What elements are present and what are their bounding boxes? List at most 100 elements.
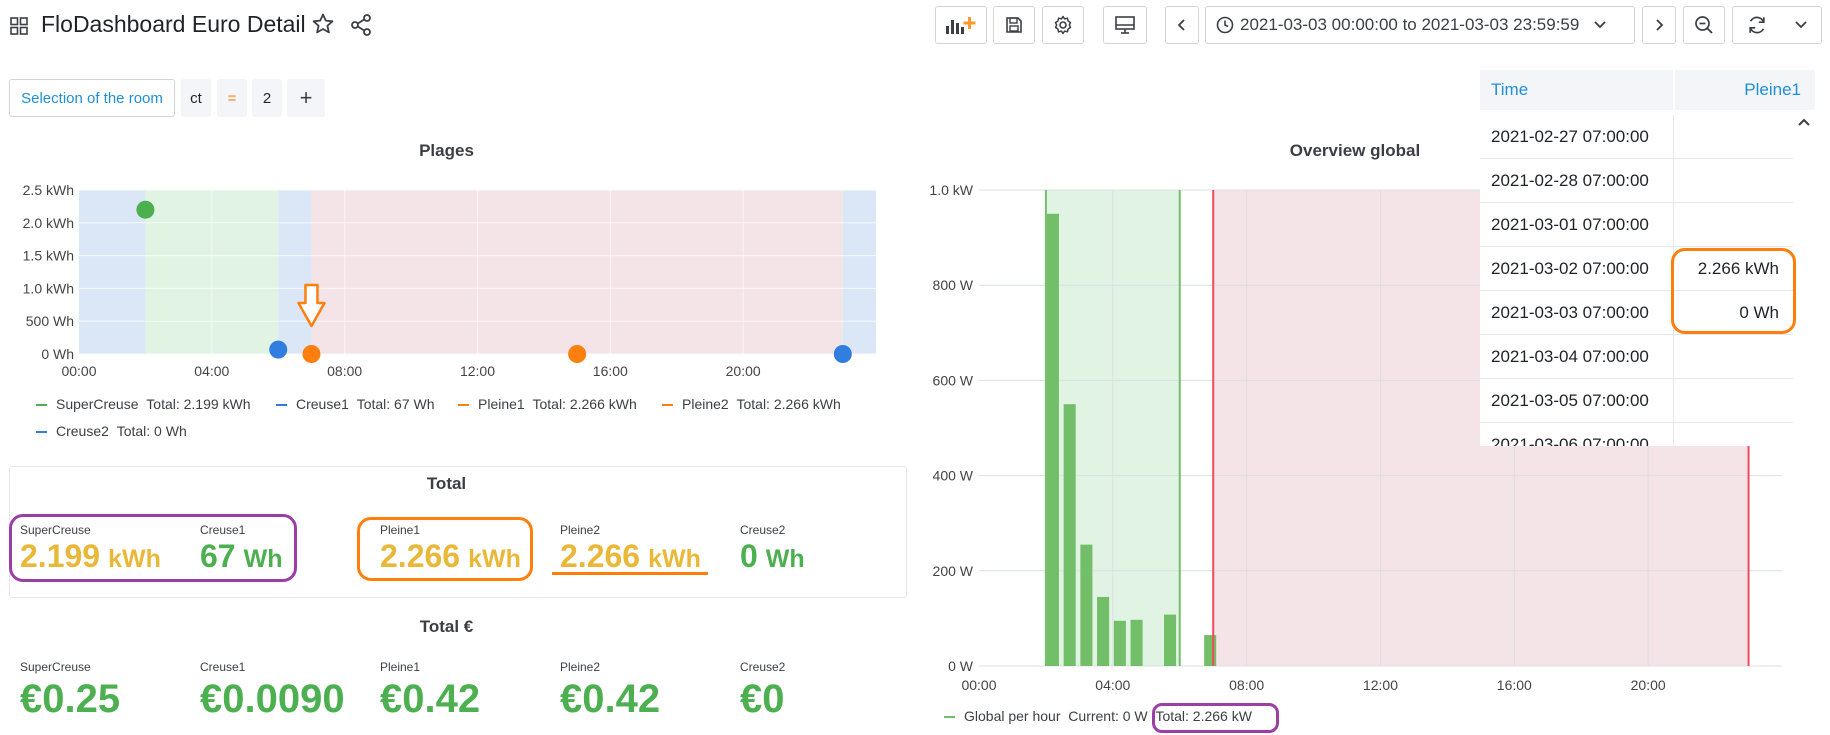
column-header-pleine1[interactable]: Pleine1 — [1744, 80, 1801, 100]
time-back-button[interactable] — [1165, 6, 1199, 44]
zoom-out-icon — [1695, 16, 1713, 34]
overview-x-tick: 04:00 — [1095, 677, 1130, 693]
cycle-view-mode-button[interactable] — [1103, 6, 1147, 44]
table-row[interactable]: 2021-02-28 07:00:00 — [1480, 159, 1793, 203]
table-row[interactable]: 2021-03-05 07:00:00 — [1480, 379, 1793, 423]
overview-y-tick: 1.0 kW — [929, 182, 973, 198]
annotation-orange-underline — [552, 572, 708, 575]
star-icon[interactable] — [311, 12, 335, 36]
legend-total: Total: 2.266 kWh — [736, 396, 841, 412]
variable-filter-operator[interactable]: = — [217, 79, 247, 117]
stat-unit: kWh — [468, 545, 521, 573]
pleine1-table-panel: Time Pleine1 2021-02-27 07:00:00 2021-02-… — [1480, 70, 1815, 446]
euro-name-pleine2: Pleine2 — [560, 660, 601, 674]
table-cell-divider — [1673, 159, 1674, 203]
legend-total: Total: 67 Wh — [356, 396, 435, 412]
legend-supercreuse[interactable]: SuperCreuse Total: 2.199 kWh — [36, 396, 251, 412]
refresh-dropdown-chevron-icon[interactable] — [1794, 20, 1808, 30]
table-row[interactable]: 2021-03-04 07:00:00 — [1480, 335, 1793, 379]
column-header-divider — [1673, 70, 1675, 110]
table-cell-time: 2021-02-27 07:00:00 — [1491, 127, 1649, 146]
stat-unit: kWh — [648, 545, 701, 573]
refresh-button[interactable] — [1732, 6, 1822, 44]
add-panel-button[interactable] — [935, 6, 987, 44]
legend-pleine1[interactable]: Pleine1 Total: 2.266 kWh — [458, 396, 637, 412]
legend-creuse1[interactable]: Creuse1 Total: 67 Wh — [276, 396, 435, 412]
stat-name-creuse2: Creuse2 — [740, 523, 786, 537]
euro-value-creuse2: €0 — [740, 677, 785, 721]
overview-y-tick: 400 W — [933, 468, 974, 484]
table-cell-divider — [1673, 115, 1674, 159]
plages-x-tick: 16:00 — [593, 363, 628, 379]
stat-number: 0 — [740, 538, 758, 574]
clock-icon — [1216, 16, 1234, 34]
table-scrollbar[interactable] — [1793, 110, 1815, 446]
legend-creuse2[interactable]: Creuse2 Total: 0 Wh — [36, 423, 187, 439]
table-cell-pleine1: 2.266 kWh — [1697, 259, 1779, 278]
plages-y-tick: 1.5 kWh — [23, 248, 74, 264]
table-cell-time: 2021-03-04 07:00:00 — [1491, 347, 1649, 366]
chevron-left-icon — [1177, 19, 1185, 31]
table-row[interactable]: 2021-03-01 07:00:00 — [1480, 203, 1793, 247]
legend-current: Current: 0 W — [1068, 708, 1148, 724]
stat-value-creuse2: 0 Wh — [740, 538, 805, 575]
table-cell-divider — [1673, 379, 1674, 423]
zoom-out-button[interactable] — [1683, 6, 1725, 44]
plages-x-tick: 00:00 — [61, 363, 96, 379]
stat-value-creuse1: 67 Wh — [200, 538, 282, 575]
legend-name: SuperCreuse — [56, 396, 139, 412]
overview-bar — [1164, 614, 1177, 666]
dashboards-grid-icon[interactable] — [10, 17, 28, 35]
table-cell-divider — [1673, 335, 1674, 379]
time-forward-button[interactable] — [1642, 6, 1676, 44]
dashboard-settings-button[interactable] — [1042, 6, 1084, 44]
legend-total: Total: 2.266 kWh — [532, 396, 637, 412]
plages-point-supercreuse — [136, 200, 155, 219]
plages-band — [311, 190, 843, 354]
total-panel-title[interactable]: Total — [0, 474, 893, 494]
overview-bar — [1113, 620, 1126, 666]
table-row[interactable]: 2021-03-02 07:00:00 2.266 kWh — [1480, 247, 1793, 291]
share-icon[interactable] — [349, 13, 373, 37]
legend-name: Global per hour — [964, 708, 1061, 724]
plages-point-creuse2 — [833, 345, 852, 363]
overview-bar — [1063, 404, 1076, 666]
stat-number: 67 — [200, 538, 236, 574]
legend-total: Total: 2.199 kWh — [146, 396, 251, 412]
dashboard-title[interactable]: FloDashboard Euro Detail — [41, 11, 306, 38]
table-header: Time Pleine1 — [1480, 70, 1815, 110]
variable-filter-value[interactable]: 2 — [252, 79, 282, 117]
table-cell-divider — [1673, 247, 1674, 291]
legend-name: Pleine2 — [682, 396, 729, 412]
stat-unit: kWh — [108, 545, 161, 573]
total-euro-panel-title[interactable]: Total € — [0, 617, 893, 637]
overview-y-tick: 600 W — [933, 372, 974, 388]
time-range-text: 2021-03-03 00:00:00 to 2021-03-03 23:59:… — [1240, 15, 1580, 34]
plages-panel-title[interactable]: Plages — [0, 141, 893, 161]
overview-bar — [1130, 619, 1143, 666]
euro-name-creuse1: Creuse1 — [200, 660, 246, 674]
table-row[interactable]: 2021-03-06 07:00:00 — [1480, 423, 1793, 446]
save-dashboard-button[interactable] — [993, 6, 1035, 44]
refresh-icon — [1749, 16, 1765, 34]
scroll-up-icon[interactable] — [1793, 114, 1815, 130]
plages-point-pleine2 — [568, 345, 587, 363]
chevron-down-icon — [1594, 21, 1606, 29]
legend-pleine2[interactable]: Pleine2 Total: 2.266 kWh — [662, 396, 841, 412]
stat-value-pleine1: 2.266 kWh — [380, 538, 521, 575]
plages-x-tick: 12:00 — [460, 363, 495, 379]
add-panel-icon — [946, 17, 976, 34]
legend-global-per-hour[interactable]: Global per hour Current: 0 W Total: 2.26… — [944, 708, 1252, 724]
overview-bar — [1204, 635, 1217, 666]
chevron-right-icon — [1656, 19, 1664, 31]
table-row[interactable]: 2021-02-27 07:00:00 — [1480, 115, 1793, 159]
plages-chart: 0 Wh 500 Wh 1.0 kWh 1.5 kWh 2.0 kWh 2.5 kWh 00… — [23, 182, 876, 379]
time-range-picker[interactable]: 2021-03-03 00:00:00 to 2021-03-03 23:59:… — [1205, 6, 1635, 44]
stat-number: 2.266 — [380, 538, 461, 574]
table-row[interactable]: 2021-03-03 07:00:00 0 Wh — [1480, 291, 1793, 335]
variable-filter-key[interactable]: ct — [181, 79, 211, 117]
add-filter-button[interactable]: + — [287, 79, 325, 117]
euro-value-pleine2: €0.42 — [560, 677, 661, 721]
column-header-time[interactable]: Time — [1491, 80, 1528, 100]
table-cell-time: 2021-02-28 07:00:00 — [1491, 171, 1649, 190]
